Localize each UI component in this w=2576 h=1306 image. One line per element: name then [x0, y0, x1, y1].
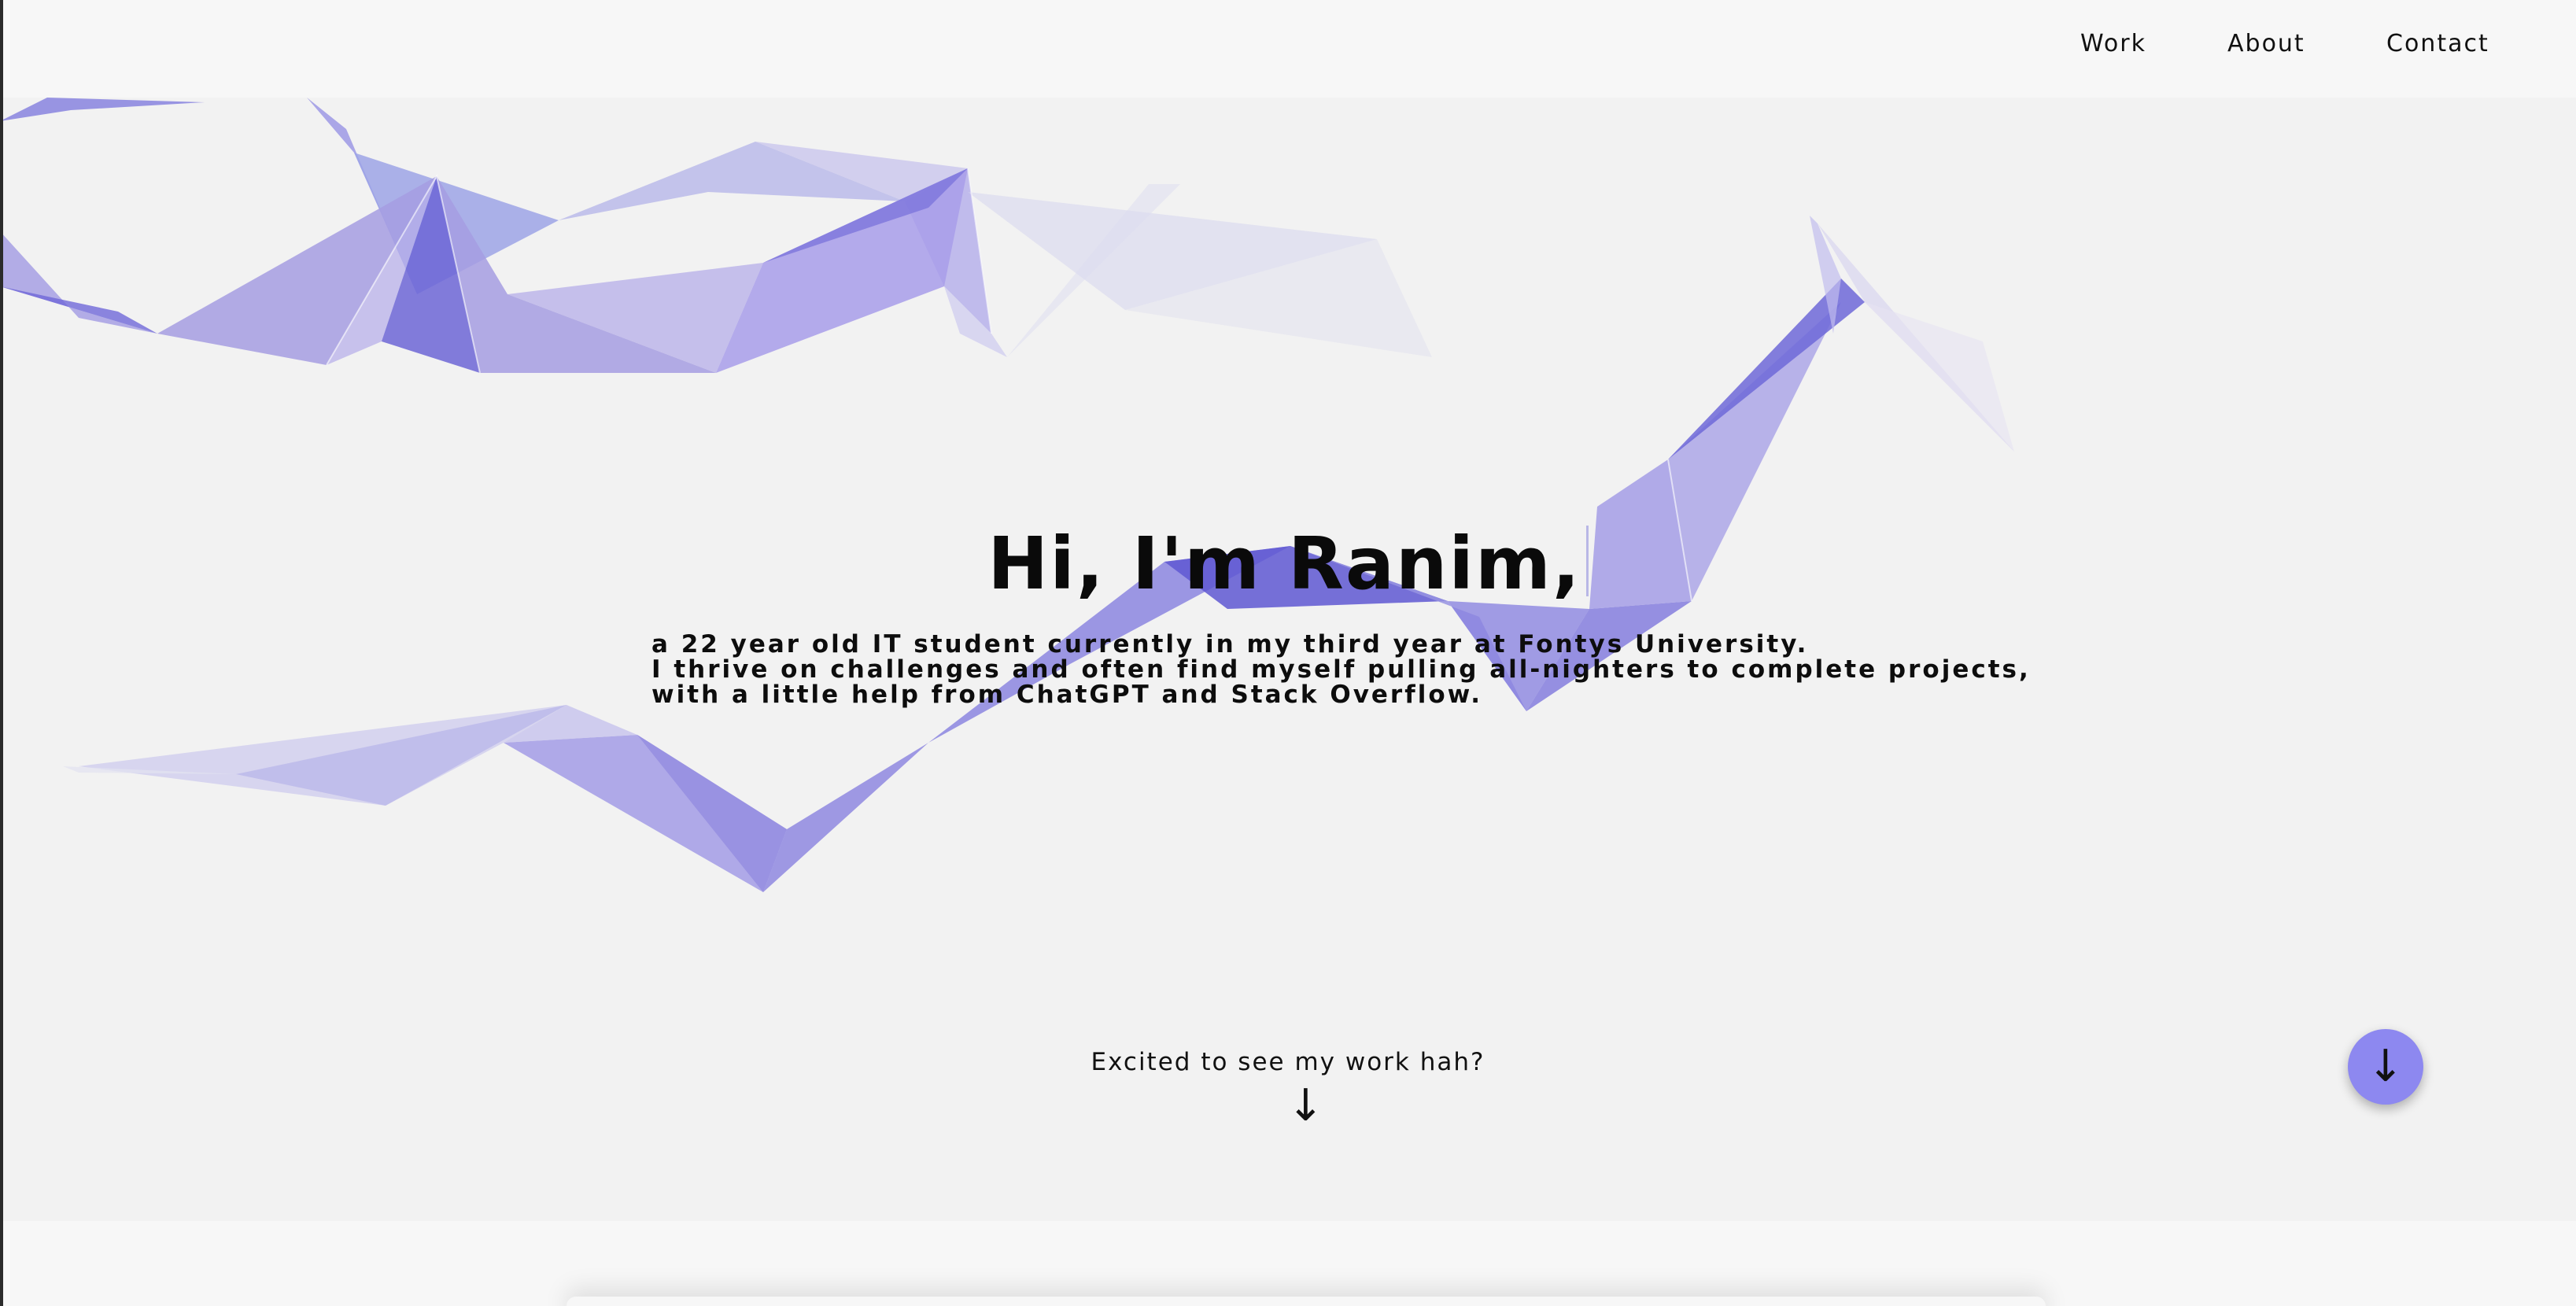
arrow-down-icon[interactable]: ↓ [1287, 1083, 1324, 1130]
top-navbar: Work About Contact [0, 0, 2576, 98]
hero-description-line: I thrive on challenges and often find my… [651, 655, 2031, 684]
cta-text: Excited to see my work hah? [1091, 1048, 1485, 1076]
nav-link-work[interactable]: Work [2080, 28, 2146, 60]
scroll-down-button[interactable]: ↓ [2348, 1029, 2423, 1105]
project-card [566, 1297, 2046, 1306]
nav-link-about[interactable]: About [2227, 28, 2305, 60]
arrow-down-icon: ↓ [2367, 1041, 2404, 1092]
hero-section: Hi, I'm Ranim, a 22 year old IT student … [0, 98, 2576, 1221]
window-edge [0, 0, 3, 1306]
hero-title-text: Hi, I'm Ranim, [987, 521, 1581, 606]
nav-link-contact[interactable]: Contact [2386, 28, 2489, 60]
hero-description-line: a 22 year old IT student currently in my… [651, 630, 1809, 659]
hero-description: a 22 year old IT student currently in my… [651, 630, 2031, 709]
text-caret [1585, 525, 1589, 596]
hero-description-line: with a little help from ChatGPT and Stac… [651, 681, 1483, 709]
next-section [0, 1221, 2576, 1306]
page: Work About Contact Hi, I'm Ranim, a 22 y… [0, 0, 2576, 1306]
hero-title: Hi, I'm Ranim, [0, 521, 2576, 607]
